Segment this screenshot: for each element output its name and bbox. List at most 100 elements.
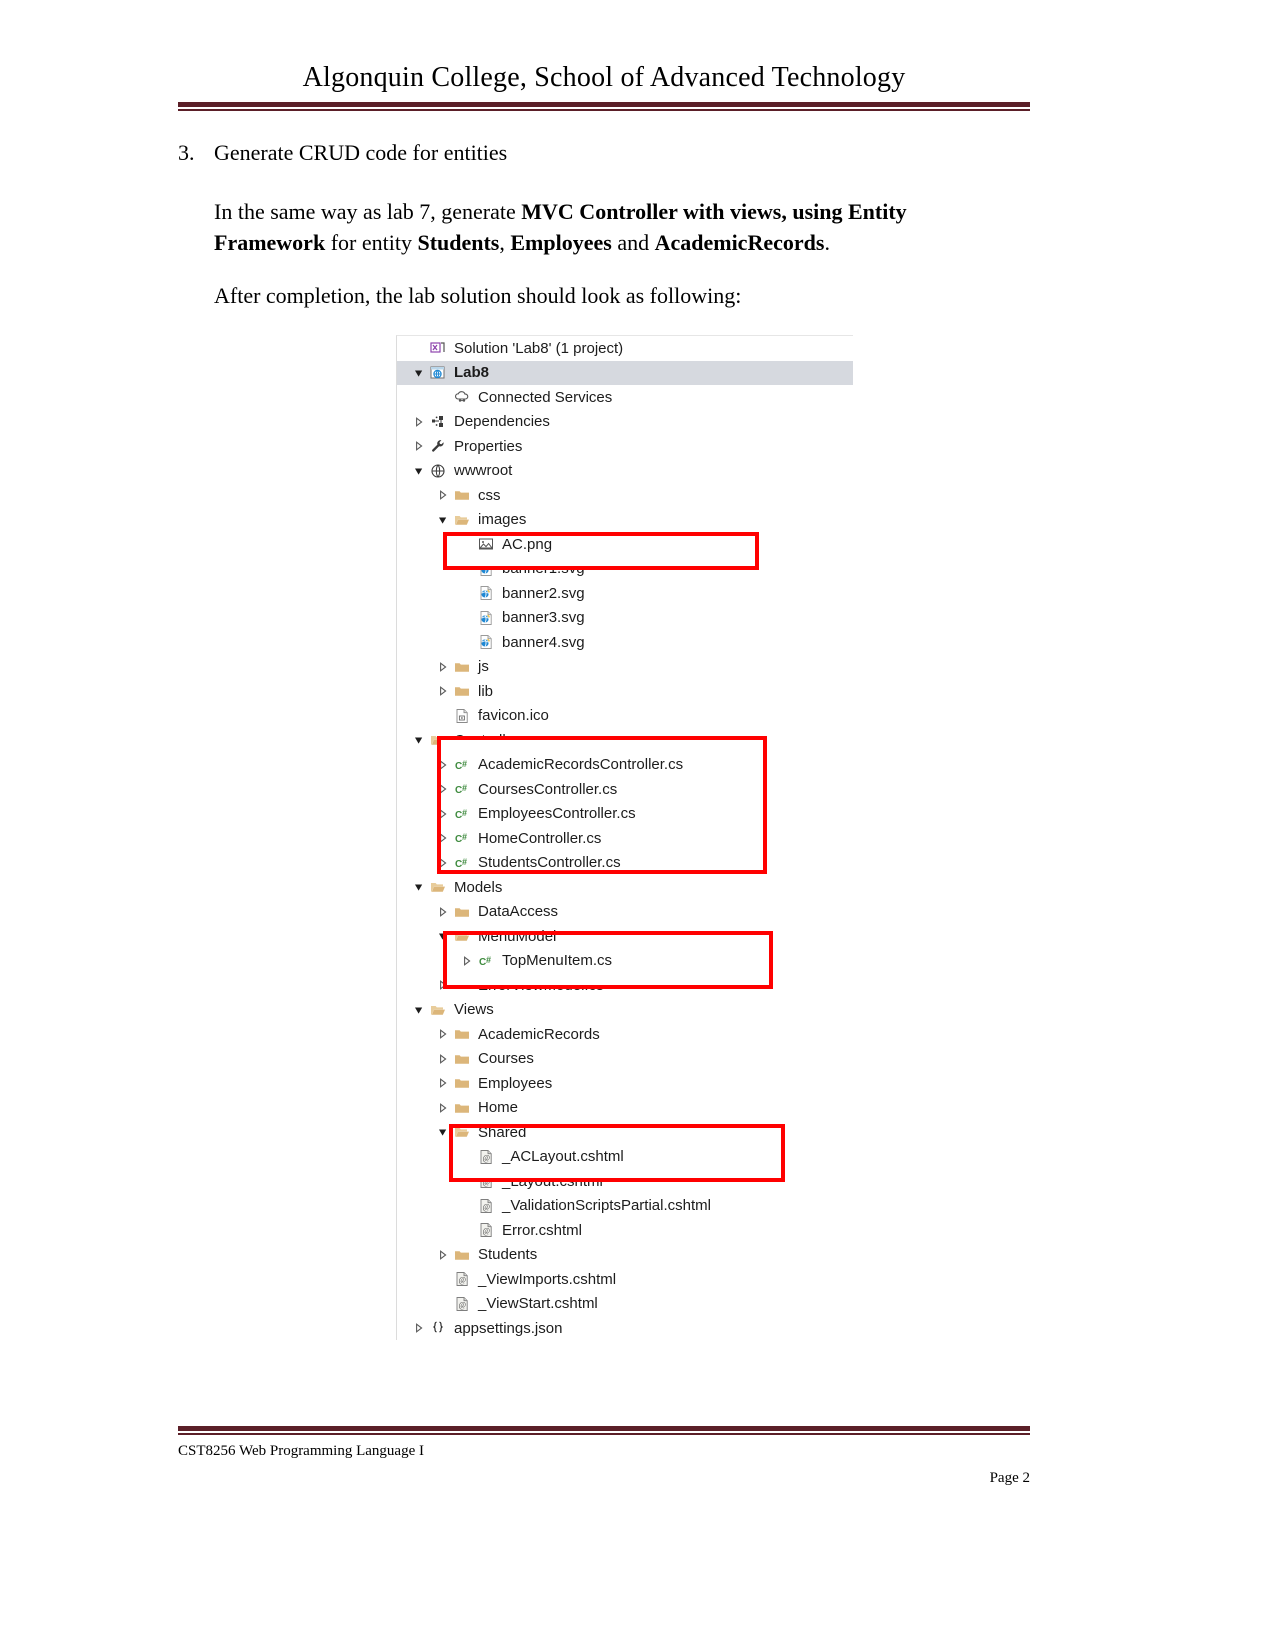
tree-item-label: _ValidationScriptsPartial.cshtml [502, 1197, 711, 1215]
folder-icon [451, 1247, 473, 1263]
tree-item-wwwroot[interactable]: wwwroot [397, 459, 853, 484]
tree-item-label: Views [454, 1001, 494, 1019]
chevron-right-icon[interactable] [435, 1249, 451, 1260]
annotation-box-shared [449, 1124, 785, 1182]
chevron-down-icon[interactable] [411, 735, 427, 745]
numbered-item-3: 3. Generate CRUD code for entities [178, 140, 1038, 166]
tree-item-solution-lab8-1-project[interactable]: Solution 'Lab8' (1 project) [397, 336, 853, 361]
chevron-right-icon[interactable] [435, 1102, 451, 1113]
chevron-down-icon[interactable] [411, 1005, 427, 1015]
svg-icon [475, 585, 497, 601]
folder-icon [451, 659, 473, 675]
tree-item-js[interactable]: js [397, 655, 853, 680]
chevron-right-icon[interactable] [435, 906, 451, 917]
tree-item-label: banner4.svg [502, 633, 585, 651]
svg-icon [475, 610, 497, 626]
tree-item-label: Students [478, 1246, 538, 1264]
tree-item-courses[interactable]: Courses [397, 1047, 853, 1072]
chevron-down-icon[interactable] [411, 882, 427, 892]
tree-item-label: Dependencies [454, 413, 550, 431]
tree-item-views[interactable]: Views [397, 998, 853, 1023]
para1-text-5: . [824, 230, 830, 255]
solution-explorer-tree[interactable]: Solution 'Lab8' (1 project) Lab8 Connected… [396, 335, 853, 1340]
page-title: Algonquin College, School of Advanced Te… [302, 62, 906, 93]
tree-item-academicrecords[interactable]: AcademicRecords [397, 1022, 853, 1047]
folder-icon [451, 904, 473, 920]
folder-icon [451, 1075, 473, 1091]
tree-item-label: _ViewImports.cshtml [478, 1270, 617, 1288]
tree-item-employees[interactable]: Employees [397, 1071, 853, 1096]
footer-rule-thick [178, 1426, 1030, 1431]
chevron-right-icon[interactable] [435, 1029, 451, 1040]
tree-item-banner3-svg[interactable]: banner3.svg [397, 606, 853, 631]
chevron-right-icon[interactable] [435, 1053, 451, 1064]
tree-item-label: _ViewStart.cshtml [478, 1295, 598, 1313]
file-icon [451, 708, 473, 724]
annotation-box-controllers [437, 736, 767, 874]
tree-item-label: Lab8 [454, 364, 490, 382]
tree-item-dataaccess[interactable]: DataAccess [397, 900, 853, 925]
tree-item-viewimports-cshtml[interactable]: @ _ViewImports.cshtml [397, 1267, 853, 1292]
tree-item-css[interactable]: css [397, 483, 853, 508]
razor-icon: @ [451, 1271, 473, 1287]
tree-item-label: banner3.svg [502, 609, 585, 627]
tree-item-students[interactable]: Students [397, 1243, 853, 1268]
chevron-right-icon[interactable] [435, 490, 451, 501]
tree-item-label: Connected Services [478, 388, 613, 406]
para1-text-3: , [499, 230, 511, 255]
folder-open-icon [451, 512, 473, 528]
tree-item-images[interactable]: images [397, 508, 853, 533]
svg-icon [475, 634, 497, 650]
tree-item-dependencies[interactable]: Dependencies [397, 410, 853, 435]
tree-item-validationscriptspartial-cshtml[interactable]: @ _ValidationScriptsPartial.cshtml [397, 1194, 853, 1219]
header-rule-thick [178, 102, 1030, 107]
svg-text:@: @ [483, 1227, 490, 1236]
chevron-down-icon[interactable] [411, 466, 427, 476]
tree-item-label: Solution 'Lab8' (1 project) [454, 339, 624, 357]
tree-item-lab8[interactable]: Lab8 [397, 360, 853, 385]
tree-item-label: wwwroot [454, 462, 513, 480]
tree-item-banner2-svg[interactable]: banner2.svg [397, 581, 853, 606]
svg-text:@: @ [459, 1276, 466, 1285]
chevron-right-icon[interactable] [411, 416, 427, 427]
solution-icon [427, 340, 449, 356]
tree-item-banner4-svg[interactable]: banner4.svg [397, 630, 853, 655]
folder-icon [451, 1051, 473, 1067]
tree-item-properties[interactable]: Properties [397, 434, 853, 459]
tree-item-lib[interactable]: lib [397, 679, 853, 704]
para1-bold-4: AcademicRecords [654, 230, 825, 255]
folder-open-icon [427, 1002, 449, 1018]
razor-icon: @ [475, 1198, 497, 1214]
tree-item-label: Employees [478, 1074, 553, 1092]
tree-item-label: Home [478, 1099, 519, 1117]
folder-icon [451, 487, 473, 503]
chevron-right-icon[interactable] [435, 1078, 451, 1089]
tree-item-label: lib [478, 682, 494, 700]
chevron-right-icon[interactable] [435, 686, 451, 697]
para1-text-1: In the same way as lab 7, generate [214, 199, 522, 224]
tree-item-models[interactable]: Models [397, 875, 853, 900]
annotation-box-menumodel [443, 931, 773, 989]
tree-item-error-cshtml[interactable]: @ Error.cshtml [397, 1218, 853, 1243]
tree-item-label: AcademicRecords [478, 1025, 600, 1043]
tree-item-appsettings-json[interactable]: appsettings.json [397, 1316, 853, 1340]
tree-item-favicon-ico[interactable]: favicon.ico [397, 704, 853, 729]
chevron-right-icon[interactable] [411, 1323, 427, 1334]
tree-item-home[interactable]: Home [397, 1096, 853, 1121]
json-icon [427, 1320, 449, 1336]
footer-page-number: Page 2 [989, 1470, 1030, 1486]
dependencies-icon [427, 414, 449, 430]
tree-item-label: images [478, 511, 527, 529]
razor-icon: @ [451, 1296, 473, 1312]
folder-icon [451, 1026, 473, 1042]
item-number: 3. [178, 140, 195, 165]
connected-services-icon [451, 389, 473, 405]
tree-item-viewstart-cshtml[interactable]: @ _ViewStart.cshtml [397, 1292, 853, 1317]
annotation-box-ac-png [443, 532, 759, 570]
chevron-right-icon[interactable] [435, 661, 451, 672]
tree-item-connected-services[interactable]: Connected Services [397, 385, 853, 410]
chevron-right-icon[interactable] [411, 441, 427, 452]
chevron-down-icon[interactable] [435, 515, 451, 525]
chevron-down-icon[interactable] [411, 368, 427, 378]
para1-bold-2: Students [417, 230, 500, 255]
